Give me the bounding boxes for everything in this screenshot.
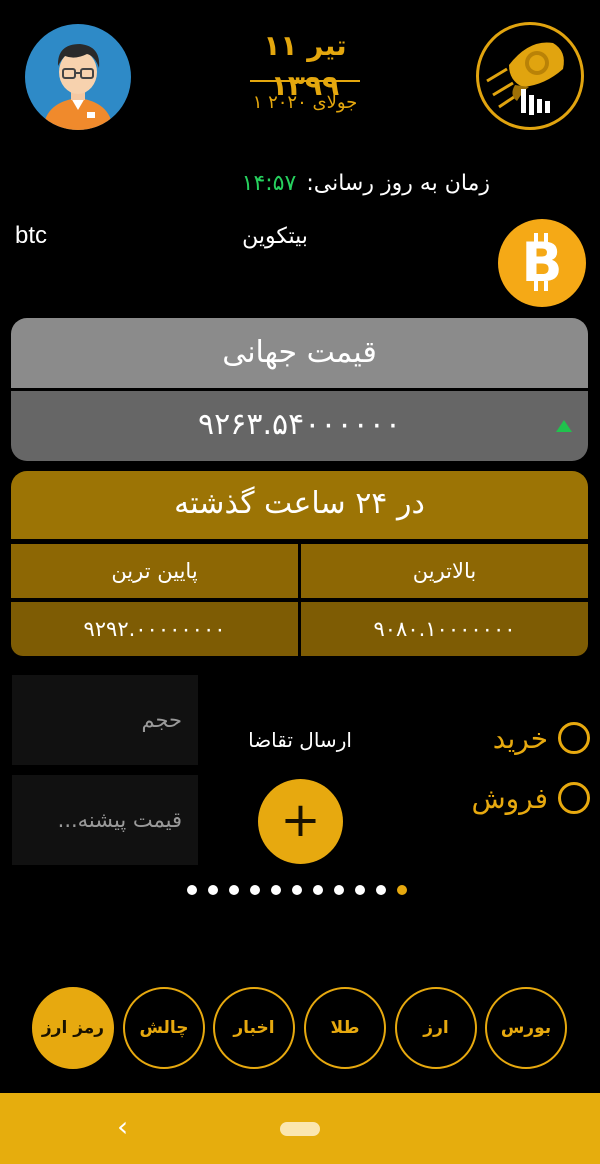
user-avatar[interactable] xyxy=(25,24,131,130)
trend-up-icon xyxy=(556,420,572,432)
page-dot xyxy=(250,885,260,895)
page-dot xyxy=(334,885,344,895)
global-price-header: قیمت جهانی xyxy=(11,318,588,388)
coin-name: بیتکوین xyxy=(242,224,308,249)
volume-input[interactable] xyxy=(12,675,198,765)
global-price-value: ۹۲۶۳.۵۴۰۰۰۰۰۰ xyxy=(11,391,588,461)
page-indicator xyxy=(187,885,407,897)
low-price-value: ۹۲۹۲.۰۰۰۰۰۰۰۰ xyxy=(11,602,298,656)
page-dot xyxy=(292,885,302,895)
svg-text:B: B xyxy=(521,231,562,294)
high-price-value: ۹۰۸۰.۱۰۰۰۰۰۰۰ xyxy=(301,602,588,656)
send-request-label: ارسال تقاضا xyxy=(248,728,352,752)
nav-challenge-button[interactable]: چالش xyxy=(123,987,205,1069)
nav-crypto-button[interactable]: رمز ارز xyxy=(32,987,114,1069)
buy-radio[interactable] xyxy=(558,722,590,754)
high-price-label: بالاترین xyxy=(301,544,588,598)
nav-currency-button[interactable]: ارز xyxy=(395,987,477,1069)
update-time-label: زمان به روز رسانی: xyxy=(306,171,490,196)
page-dot xyxy=(208,885,218,895)
nav-gold-button[interactable]: طلا xyxy=(304,987,386,1069)
back-icon[interactable]: ‹ xyxy=(117,1113,128,1141)
shamsi-date: ۱۱ تیر ۱۳۹۹ xyxy=(263,29,347,102)
system-navigation-bar: ‹ xyxy=(0,1093,600,1164)
home-pill[interactable] xyxy=(280,1122,320,1136)
coin-symbol: btc xyxy=(15,222,48,249)
page-dot xyxy=(376,885,386,895)
page-dot xyxy=(187,885,197,895)
low-price-label: پایین ترین xyxy=(11,544,298,598)
page-dot xyxy=(313,885,323,895)
page-dot xyxy=(397,885,407,895)
buy-label: خرید xyxy=(492,721,548,755)
sell-label: فروش xyxy=(471,781,548,815)
sell-radio[interactable] xyxy=(558,782,590,814)
sell-option[interactable]: فروش xyxy=(430,778,590,818)
page-dot xyxy=(355,885,365,895)
app-logo xyxy=(476,22,584,130)
update-time-value: ۱۴:۵۷ xyxy=(241,171,297,196)
last-24h-header: در ۲۴ ساعت گذشته xyxy=(11,471,588,539)
date-block: ۱۱ تیر ۱۳۹۹ ۱ جولای ۲۰۲۰ xyxy=(230,26,380,116)
page-dot xyxy=(271,885,281,895)
bitcoin-icon: B xyxy=(498,219,586,307)
gregorian-date: ۱ جولای ۲۰۲۰ xyxy=(252,92,358,113)
send-request-button[interactable]: + xyxy=(258,779,343,864)
price-offer-input[interactable] xyxy=(12,775,198,865)
update-time-row: زمان به روز رسانی: ۱۴:۵۷ xyxy=(228,166,490,202)
nav-news-button[interactable]: اخبار xyxy=(213,987,295,1069)
nav-bourse-button[interactable]: بورس xyxy=(485,987,567,1069)
buy-option[interactable]: خرید xyxy=(430,718,590,758)
page-dot xyxy=(229,885,239,895)
